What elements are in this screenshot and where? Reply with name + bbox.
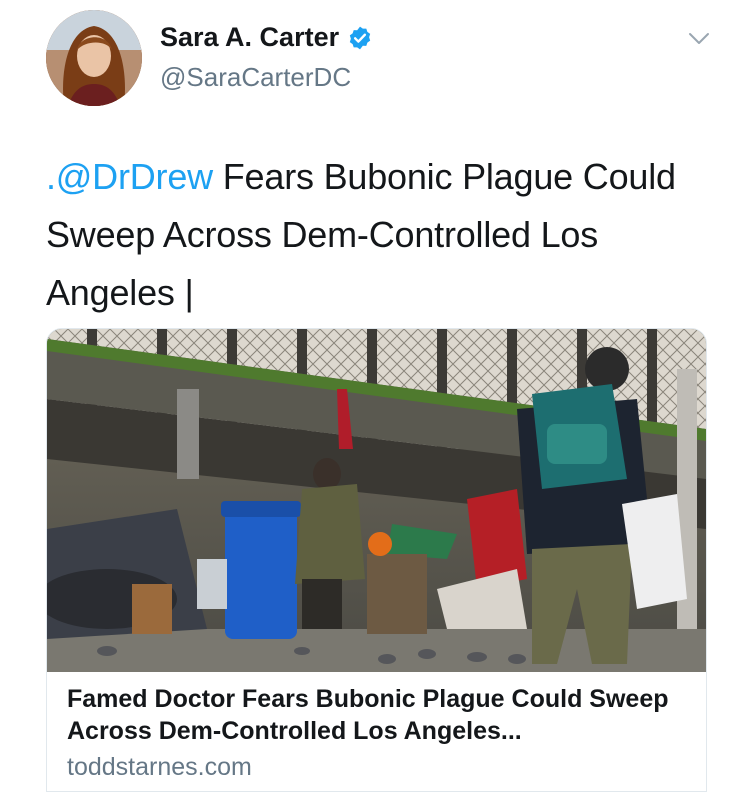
chevron-down-icon[interactable] xyxy=(688,32,710,46)
photo-homeless-encampment-icon xyxy=(47,329,706,672)
display-name[interactable]: Sara A. Carter xyxy=(160,22,339,53)
mention-link[interactable]: .@DrDrew xyxy=(46,156,213,197)
card-title[interactable]: Famed Doctor Fears Bubonic Plague Could … xyxy=(67,683,687,747)
card-domain[interactable]: toddstarnes.com xyxy=(67,753,252,782)
tweet[interactable]: Sara A. Carter @SaraCarterDC .@DrDrew Fe… xyxy=(0,0,735,792)
link-card[interactable]: Famed Doctor Fears Bubonic Plague Could … xyxy=(46,328,707,792)
author-name-row: Sara A. Carter xyxy=(160,22,373,53)
card-image[interactable] xyxy=(47,329,706,672)
avatar[interactable] xyxy=(46,10,142,106)
author-handle[interactable]: @SaraCarterDC xyxy=(160,62,351,93)
profile-photo-icon xyxy=(46,10,142,106)
tweet-text: .@DrDrew Fears Bubonic Plague Could Swee… xyxy=(46,148,716,322)
verified-badge-icon xyxy=(349,26,371,49)
